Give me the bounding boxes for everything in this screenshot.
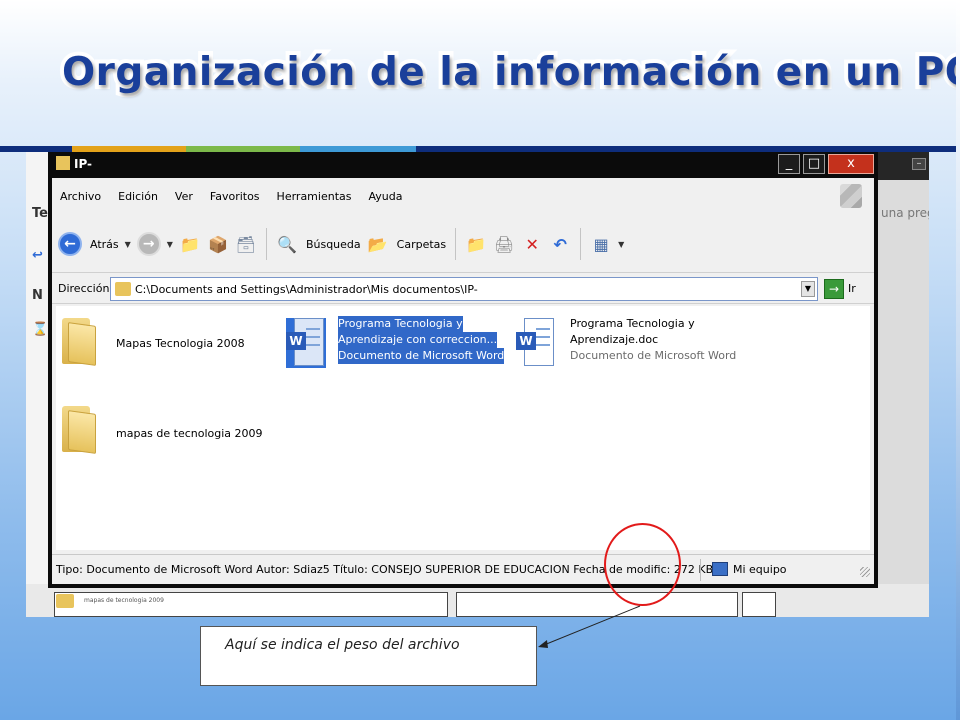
document-item-selected[interactable]: W Programa Tecnologia y Aprendizaje con … — [286, 314, 505, 378]
new-item-icon[interactable]: 📦 — [207, 233, 229, 255]
views-dropdown-icon[interactable]: ▼ — [618, 240, 624, 249]
slide-right-edge — [956, 0, 960, 720]
menu-herramientas[interactable]: Herramientas — [277, 190, 352, 203]
status-divider — [700, 559, 701, 581]
annotation-box: Aquí se indica el peso del archivo — [200, 626, 537, 686]
copy-to-icon[interactable]: 🖨 — [493, 233, 515, 255]
document-name-line2: Aprendizaje con correccion... — [338, 332, 498, 348]
forward-dropdown-icon[interactable]: ▼ — [167, 240, 173, 249]
views-icon[interactable]: ▦ — [590, 233, 612, 255]
search-button-label[interactable]: Búsqueda — [306, 238, 361, 251]
folder-icon — [62, 318, 98, 366]
background-panel-left — [54, 592, 448, 617]
window-title: IP- — [74, 157, 93, 171]
menu-ver[interactable]: Ver — [175, 190, 193, 203]
side-glyph-3: N — [32, 288, 43, 303]
screenshot-region: Te ↩ N ⌛ – una preg mapas de tecnologia … — [26, 152, 929, 617]
background-left-strip: Te ↩ N ⌛ — [26, 152, 50, 617]
delete-item-icon[interactable]: 🗃 — [235, 233, 257, 255]
document-name-line1: Programa Tecnologia y — [338, 316, 463, 332]
minimize-button[interactable]: _ — [778, 154, 800, 174]
resize-grip-icon[interactable] — [860, 567, 870, 577]
folder-item-2008[interactable]: Mapas Tecnologia 2008 — [62, 318, 262, 378]
toolbar-separator — [580, 228, 582, 260]
document-name-line2: Aprendizaje.doc — [570, 333, 659, 346]
windows-logo-icon — [840, 184, 862, 208]
file-list: Mapas Tecnologia 2008 mapas de tecnologi… — [56, 306, 870, 550]
menu-favoritos[interactable]: Favoritos — [210, 190, 260, 203]
address-dropdown-icon[interactable]: ▼ — [801, 281, 815, 297]
folder-icon — [62, 406, 98, 454]
document-type: Documento de Microsoft Word — [570, 349, 737, 362]
explorer-window: IP- _ □ x Archivo Edición Ver Favoritos … — [48, 152, 878, 588]
up-folder-icon[interactable]: 📁 — [179, 233, 201, 255]
folder-icon — [56, 156, 70, 170]
folder-label: mapas de tecnologia 2009 — [116, 427, 263, 440]
background-folder-icon — [56, 594, 74, 608]
menu-archivo[interactable]: Archivo — [60, 190, 101, 203]
maximize-button[interactable]: □ — [803, 154, 825, 174]
annotation-text: Aquí se indica el peso del archivo — [225, 637, 460, 653]
document-name-line1: Programa Tecnologia y — [570, 317, 695, 330]
word-document-icon: W — [516, 318, 556, 368]
window-titlebar[interactable]: IP- _ □ x — [48, 152, 878, 178]
folder-label: Mapas Tecnologia 2008 — [116, 337, 245, 350]
address-label: Dirección — [58, 282, 110, 295]
background-folder-label: mapas de tecnologia 2009 — [84, 597, 164, 604]
address-folder-icon — [115, 282, 131, 296]
forward-arrow-icon[interactable]: → — [136, 232, 161, 256]
status-location: Mi equipo — [733, 563, 787, 576]
address-bar: Dirección C:\Documents and Settings\Admi… — [52, 272, 874, 304]
status-bar: Tipo: Documento de Microsoft Word Autor:… — [52, 554, 874, 584]
address-value[interactable]: C:\Documents and Settings\Administrador\… — [135, 283, 478, 296]
document-item[interactable]: W Programa Tecnologia y Aprendizaje.doc … — [516, 314, 736, 378]
menu-bar: Archivo Edición Ver Favoritos Herramient… — [52, 178, 874, 214]
undo-icon[interactable]: ↶ — [549, 233, 571, 255]
my-computer-icon — [712, 562, 728, 576]
move-to-icon[interactable]: 📁 — [465, 233, 487, 255]
back-dropdown-icon[interactable]: ▼ — [125, 240, 131, 249]
background-panel-right — [742, 592, 776, 617]
side-glyph-4: ⌛ — [32, 322, 49, 337]
background-right-area — [876, 152, 929, 617]
file-size-highlight — [604, 523, 681, 606]
delete-icon[interactable]: ✕ — [521, 233, 543, 255]
address-input[interactable]: C:\Documents and Settings\Administrador\… — [110, 277, 818, 301]
toolbar-separator — [265, 228, 267, 260]
close-button[interactable]: x — [828, 154, 874, 174]
search-icon[interactable]: 🔍 — [276, 233, 298, 255]
folders-icon[interactable]: 📂 — [367, 233, 389, 255]
folders-button-label[interactable]: Carpetas — [397, 238, 446, 251]
back-button-label[interactable]: Atrás — [90, 238, 119, 251]
toolbar: ← Atrás ▼ → ▼ 📁 📦 🗃 🔍 Búsqueda 📂 Carpeta… — [52, 216, 874, 272]
background-right-text: una preg — [881, 206, 929, 220]
side-glyph-2: ↩ — [32, 248, 43, 263]
document-type: Documento de Microsoft Word — [338, 348, 505, 364]
folder-item-2009[interactable]: mapas de tecnologia 2009 — [62, 406, 282, 466]
menu-ayuda[interactable]: Ayuda — [368, 190, 402, 203]
word-document-icon: W — [286, 318, 326, 368]
slide-title: Organización de la información en un PC — [58, 46, 960, 99]
menu-edicion[interactable]: Edición — [118, 190, 158, 203]
toolbar-separator — [455, 228, 457, 260]
side-glyph-1: Te — [32, 206, 48, 221]
go-button-label[interactable]: Ir — [848, 282, 856, 295]
back-arrow-icon[interactable]: ← — [58, 232, 82, 256]
background-panel-mid — [456, 592, 738, 617]
go-arrow-icon[interactable]: → — [824, 279, 844, 299]
background-minimize-icon[interactable]: – — [912, 158, 926, 170]
window-body: Archivo Edición Ver Favoritos Herramient… — [52, 178, 874, 584]
